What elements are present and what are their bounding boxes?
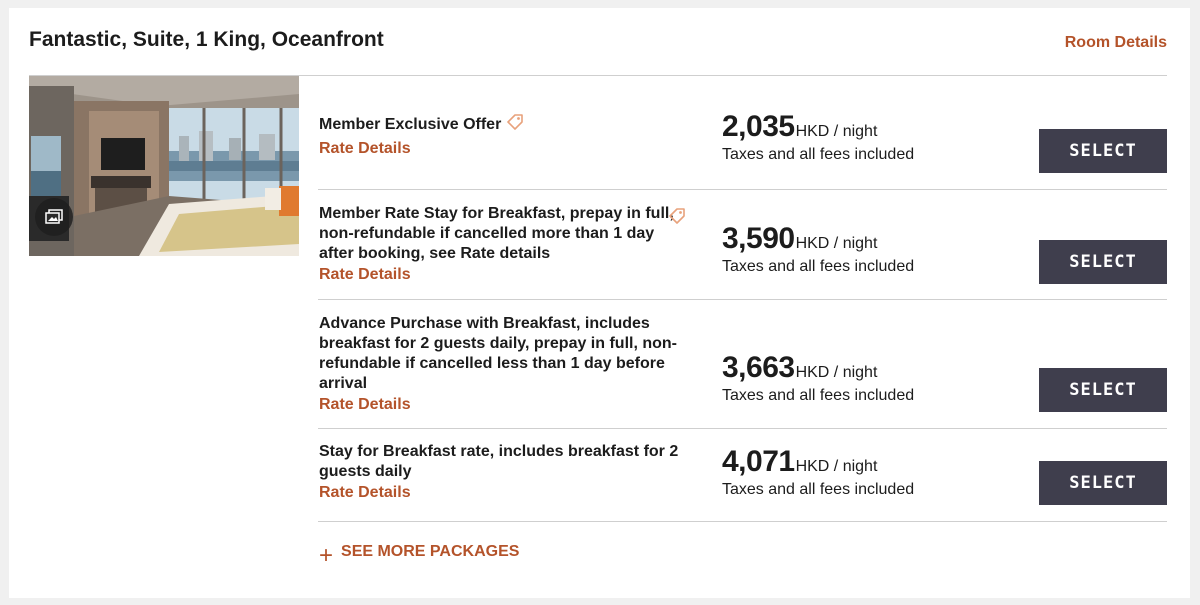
select-button[interactable]: SELECT — [1039, 461, 1167, 505]
gallery-button[interactable] — [35, 198, 73, 236]
room-photo-image — [29, 76, 299, 256]
rate-row: Member Exclusive Offer Rate Details 2,03… — [318, 76, 1167, 190]
room-photo[interactable] — [29, 76, 299, 256]
room-details-link[interactable]: Room Details — [1065, 34, 1167, 52]
select-button[interactable]: SELECT — [1039, 368, 1167, 412]
price-amount: 4,071 — [722, 445, 795, 478]
price-unit: HKD / night — [795, 123, 878, 140]
rate-row: Advance Purchase with Breakfast, include… — [318, 300, 1167, 429]
tag-icon — [667, 206, 687, 231]
select-button[interactable]: SELECT — [1039, 129, 1167, 173]
rate-details-link[interactable]: Rate Details — [319, 482, 689, 503]
rate-name: Stay for Breakfast rate, includes breakf… — [319, 443, 679, 480]
price-amount: 3,590 — [722, 222, 795, 255]
rate-info: Member Exclusive Offer Rate Details — [319, 112, 689, 159]
plus-icon: + — [319, 542, 334, 569]
rate-details-link[interactable]: Rate Details — [319, 264, 689, 285]
rate-info: Stay for Breakfast rate, includes breakf… — [319, 442, 689, 503]
rate-name: Advance Purchase with Breakfast, include… — [319, 315, 677, 392]
rate-name: Member Exclusive Offer — [319, 116, 502, 134]
price-unit: HKD / night — [795, 364, 878, 381]
rate-details-link[interactable]: Rate Details — [319, 394, 689, 415]
price-block: 3,663HKD / night Taxes and all fees incl… — [722, 351, 914, 405]
price-block: 3,590HKD / night Taxes and all fees incl… — [722, 222, 914, 276]
rate-row: Member Rate Stay for Breakfast, prepay i… — [318, 190, 1167, 300]
rates-list: Member Exclusive Offer Rate Details 2,03… — [318, 76, 1167, 522]
price-amount: 2,035 — [722, 110, 795, 143]
gallery-icon — [45, 209, 63, 224]
price-note: Taxes and all fees included — [722, 146, 915, 163]
room-title: Fantastic, Suite, 1 King, Oceanfront — [29, 28, 384, 51]
price-note: Taxes and all fees included — [722, 258, 915, 275]
price-note: Taxes and all fees included — [722, 481, 915, 498]
room-card: Fantastic, Suite, 1 King, Oceanfront Roo… — [9, 8, 1190, 598]
tag-icon — [505, 112, 525, 138]
see-more-packages-link[interactable]: + SEE MORE PACKAGES — [319, 542, 520, 568]
select-button[interactable]: SELECT — [1039, 240, 1167, 284]
rate-info: Advance Purchase with Breakfast, include… — [319, 314, 689, 415]
price-amount: 3,663 — [722, 351, 795, 384]
price-block: 2,035HKD / night Taxes and all fees incl… — [722, 110, 914, 164]
price-unit: HKD / night — [795, 235, 878, 252]
rate-info: Member Rate Stay for Breakfast, prepay i… — [319, 204, 689, 285]
rate-name: Member Rate Stay for Breakfast, prepay i… — [319, 205, 674, 262]
price-note: Taxes and all fees included — [722, 387, 915, 404]
price-block: 4,071HKD / night Taxes and all fees incl… — [722, 445, 914, 499]
see-more-label: SEE MORE PACKAGES — [341, 543, 520, 560]
rate-row: Stay for Breakfast rate, includes breakf… — [318, 429, 1167, 522]
rate-details-link[interactable]: Rate Details — [319, 138, 689, 159]
price-unit: HKD / night — [795, 458, 878, 475]
